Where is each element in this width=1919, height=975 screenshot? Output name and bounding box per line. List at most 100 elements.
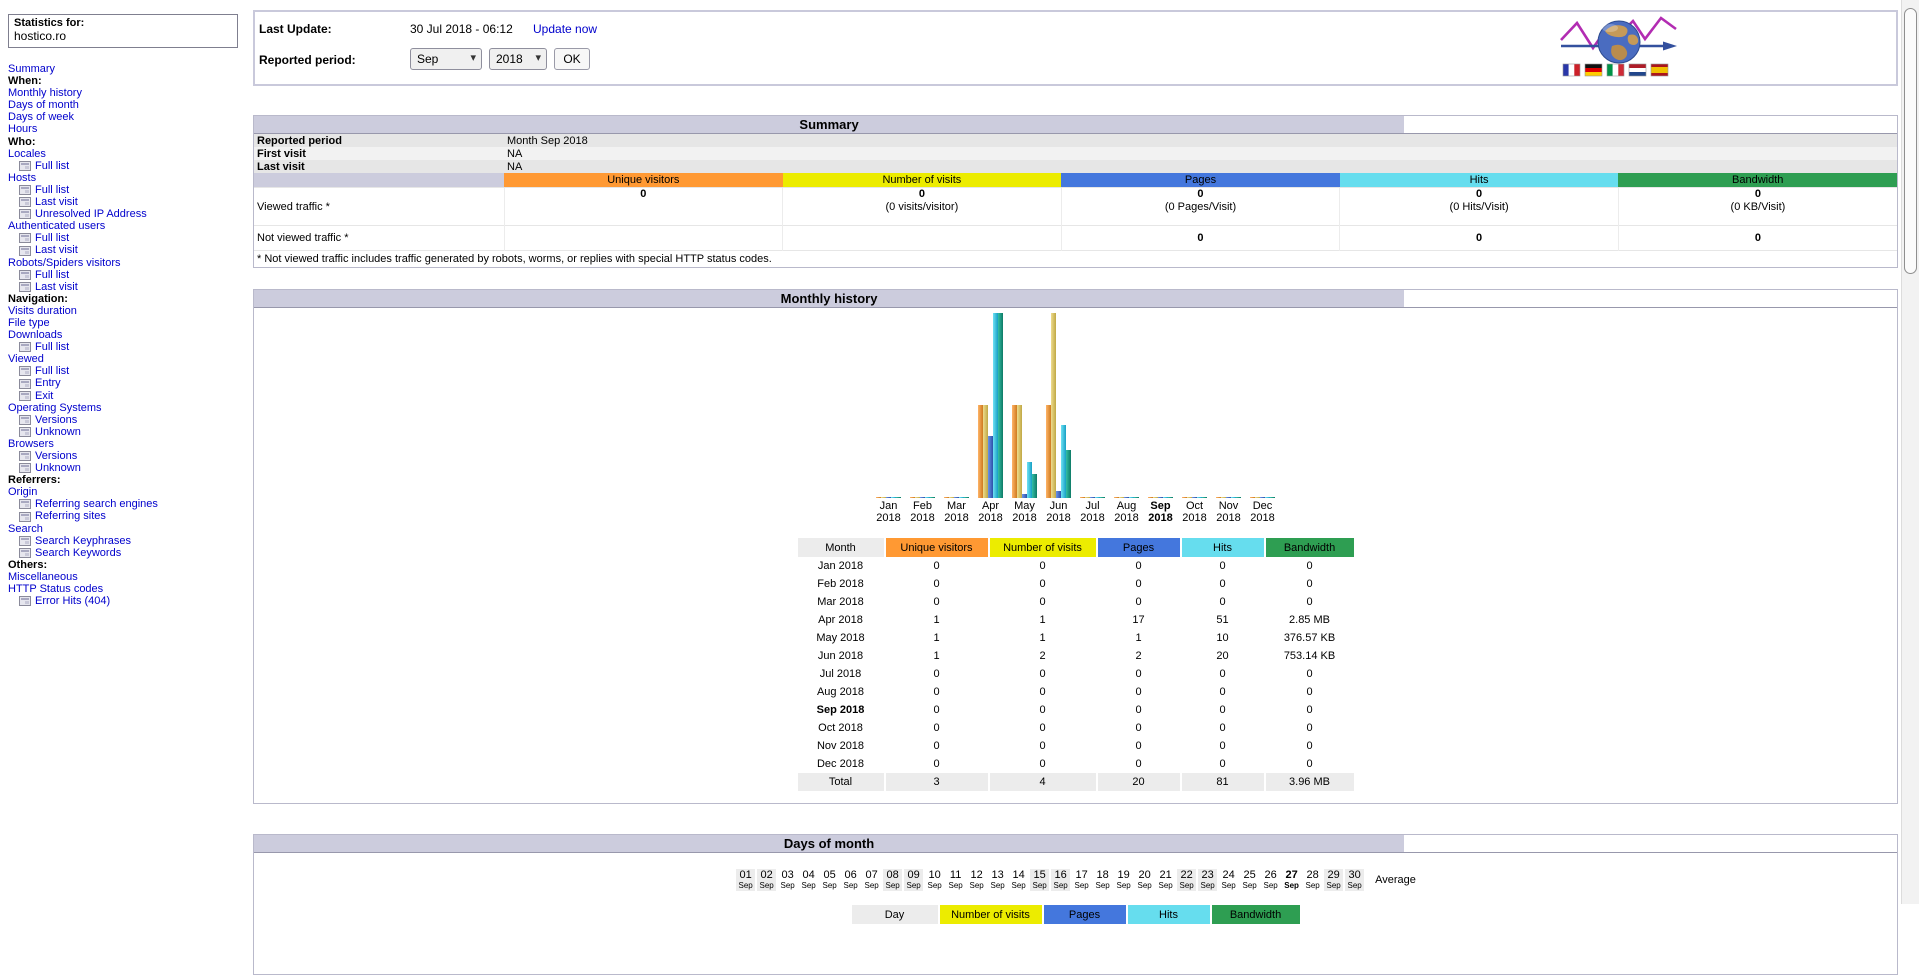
ok-button[interactable]: OK bbox=[554, 48, 590, 70]
menu-link-full-list[interactable]: Full list bbox=[35, 341, 69, 353]
bar-bandwidth bbox=[930, 497, 935, 498]
bar-group-sep-2018 bbox=[1148, 497, 1173, 498]
menu-link-visits-duration[interactable]: Visits duration bbox=[8, 305, 77, 317]
day-cell-23: 23Sep bbox=[1198, 869, 1217, 891]
menu-link-full-list[interactable]: Full list bbox=[35, 232, 69, 244]
menu-link-full-list[interactable]: Full list bbox=[35, 160, 69, 172]
menu-link-hosts[interactable]: Hosts bbox=[8, 172, 36, 184]
menu-link-versions[interactable]: Versions bbox=[35, 414, 77, 426]
monthly-row-value: 0 bbox=[1266, 557, 1354, 575]
monthly-row-value: 17 bbox=[1098, 611, 1180, 629]
list-icon bbox=[19, 391, 31, 401]
list-icon bbox=[19, 451, 31, 461]
menu-link-unknown[interactable]: Unknown bbox=[35, 462, 81, 474]
viewed-row-cell: 0(0 KB/Visit) bbox=[1618, 188, 1897, 226]
monthly-table-row: Feb 201800000 bbox=[798, 575, 1354, 593]
menu-link-monthly-history[interactable]: Monthly history bbox=[8, 87, 82, 99]
awstats-logo-icon bbox=[1557, 13, 1682, 83]
menu-link-robots-spiders-visitors[interactable]: Robots/Spiders visitors bbox=[8, 257, 121, 269]
flag-spain-icon[interactable] bbox=[1651, 64, 1668, 76]
menu-link-days-of-week[interactable]: Days of week bbox=[8, 111, 74, 123]
monthly-table-row: Sep 201800000 bbox=[798, 701, 1354, 719]
monthly-row-month: Oct 2018 bbox=[798, 719, 884, 737]
statistics-for-box: Statistics for: hostico.ro bbox=[8, 14, 238, 48]
menu-link-operating-systems[interactable]: Operating Systems bbox=[8, 402, 102, 414]
monthly-row-month: Jan 2018 bbox=[798, 557, 884, 575]
monthly-row-value: 0 bbox=[990, 719, 1096, 737]
menu-link-search-keyphrases[interactable]: Search Keyphrases bbox=[35, 535, 131, 547]
monthly-row-month: Aug 2018 bbox=[798, 683, 884, 701]
days-of-month-title: Days of month bbox=[254, 835, 1404, 852]
metric-header-hits: Hits bbox=[1340, 173, 1619, 188]
menu-link-summary[interactable]: Summary bbox=[8, 63, 55, 75]
monthly-row-value: 0 bbox=[990, 701, 1096, 719]
day-cell-25: 25Sep bbox=[1240, 869, 1259, 891]
menu-link-full-list[interactable]: Full list bbox=[35, 365, 69, 377]
menu-link-downloads[interactable]: Downloads bbox=[8, 329, 62, 341]
monthly-row-value: 1 bbox=[990, 629, 1096, 647]
menu-link-http-status-codes[interactable]: HTTP Status codes bbox=[8, 583, 103, 595]
monthly-history-title: Monthly history bbox=[254, 290, 1404, 307]
summary-table: Reported periodMonth Sep 2018First visit… bbox=[254, 134, 1897, 267]
monthly-history-section: Monthly history Jan2018Feb2018Mar2018Apr… bbox=[253, 289, 1898, 804]
summary-info-label: First visit bbox=[254, 147, 504, 160]
scrollbar-thumb[interactable] bbox=[1904, 8, 1917, 274]
list-icon bbox=[19, 427, 31, 437]
monthly-row-value: 20 bbox=[1182, 647, 1264, 665]
viewed-row-cell: 0(0 visits/visitor) bbox=[783, 188, 1062, 226]
flag-italy-icon[interactable] bbox=[1607, 64, 1624, 76]
menu-link-referring-search-engines[interactable]: Referring search engines bbox=[35, 498, 158, 510]
list-icon bbox=[19, 366, 31, 376]
menu-link-viewed[interactable]: Viewed bbox=[8, 353, 44, 365]
day-cell-17: 17Sep bbox=[1072, 869, 1091, 891]
monthly-table-row: Aug 201800000 bbox=[798, 683, 1354, 701]
menu-link-authenticated-users[interactable]: Authenticated users bbox=[8, 220, 105, 232]
menu-link-referring-sites[interactable]: Referring sites bbox=[35, 510, 106, 522]
menu-link-full-list[interactable]: Full list bbox=[35, 184, 69, 196]
menu-link-locales[interactable]: Locales bbox=[8, 148, 46, 160]
menu-link-full-list[interactable]: Full list bbox=[35, 269, 69, 281]
flag-netherlands-icon[interactable] bbox=[1629, 64, 1646, 76]
menu-header-who-: Who: bbox=[8, 136, 246, 148]
monthly-row-value: 0 bbox=[1182, 665, 1264, 683]
menu-link-browsers[interactable]: Browsers bbox=[8, 438, 54, 450]
month-select[interactable]: Sep bbox=[410, 48, 482, 70]
menu-link-file-type[interactable]: File type bbox=[8, 317, 50, 329]
menu-link-last-visit[interactable]: Last visit bbox=[35, 196, 78, 208]
menu-link-last-visit[interactable]: Last visit bbox=[35, 244, 78, 256]
menu-link-unresolved-ip-address[interactable]: Unresolved IP Address bbox=[35, 208, 147, 220]
menu-link-search[interactable]: Search bbox=[8, 523, 43, 535]
flag-germany-icon[interactable] bbox=[1585, 64, 1602, 76]
menu-link-origin[interactable]: Origin bbox=[8, 486, 37, 498]
bar-group-jul-2018 bbox=[1080, 497, 1105, 498]
year-select[interactable]: 2018 bbox=[489, 48, 547, 70]
menu-link-exit[interactable]: Exit bbox=[35, 390, 53, 402]
list-icon bbox=[19, 548, 31, 558]
days-of-month-header-row: DayNumber of visitsPagesHitsBandwidth bbox=[850, 905, 1302, 924]
menu-link-miscellaneous[interactable]: Miscellaneous bbox=[8, 571, 78, 583]
monthly-col-header-number-of-visits: Number of visits bbox=[990, 538, 1096, 557]
menu-link-hours[interactable]: Hours bbox=[8, 123, 37, 135]
month-axis-label: Mar2018 bbox=[944, 500, 969, 524]
month-axis-label: Aug2018 bbox=[1114, 500, 1139, 524]
summary-title: Summary bbox=[254, 116, 1404, 133]
day-cell-16: 16Sep bbox=[1051, 869, 1070, 891]
bar-bandwidth bbox=[998, 313, 1003, 498]
menu-link-error-hits-404-[interactable]: Error Hits (404) bbox=[35, 595, 110, 607]
monthly-row-value: 0 bbox=[990, 575, 1096, 593]
list-icon bbox=[19, 463, 31, 473]
vertical-scrollbar[interactable] bbox=[1901, 0, 1919, 904]
viewed-row-label: Viewed traffic * bbox=[254, 188, 504, 226]
monthly-history-chart-labels: Jan2018Feb2018Mar2018Apr2018May2018Jun20… bbox=[254, 500, 1897, 524]
menu-link-last-visit[interactable]: Last visit bbox=[35, 281, 78, 293]
menu-link-search-keywords[interactable]: Search Keywords bbox=[35, 547, 121, 559]
update-now-link[interactable]: Update now bbox=[533, 22, 597, 36]
menu-link-days-of-month[interactable]: Days of month bbox=[8, 99, 79, 111]
bar-group-aug-2018 bbox=[1114, 497, 1139, 498]
flag-france-icon[interactable] bbox=[1563, 64, 1580, 76]
menu-link-unknown[interactable]: Unknown bbox=[35, 426, 81, 438]
list-icon bbox=[19, 233, 31, 243]
menu-link-versions[interactable]: Versions bbox=[35, 450, 77, 462]
menu-link-entry[interactable]: Entry bbox=[35, 377, 61, 389]
month-column-header: Month bbox=[798, 538, 884, 557]
